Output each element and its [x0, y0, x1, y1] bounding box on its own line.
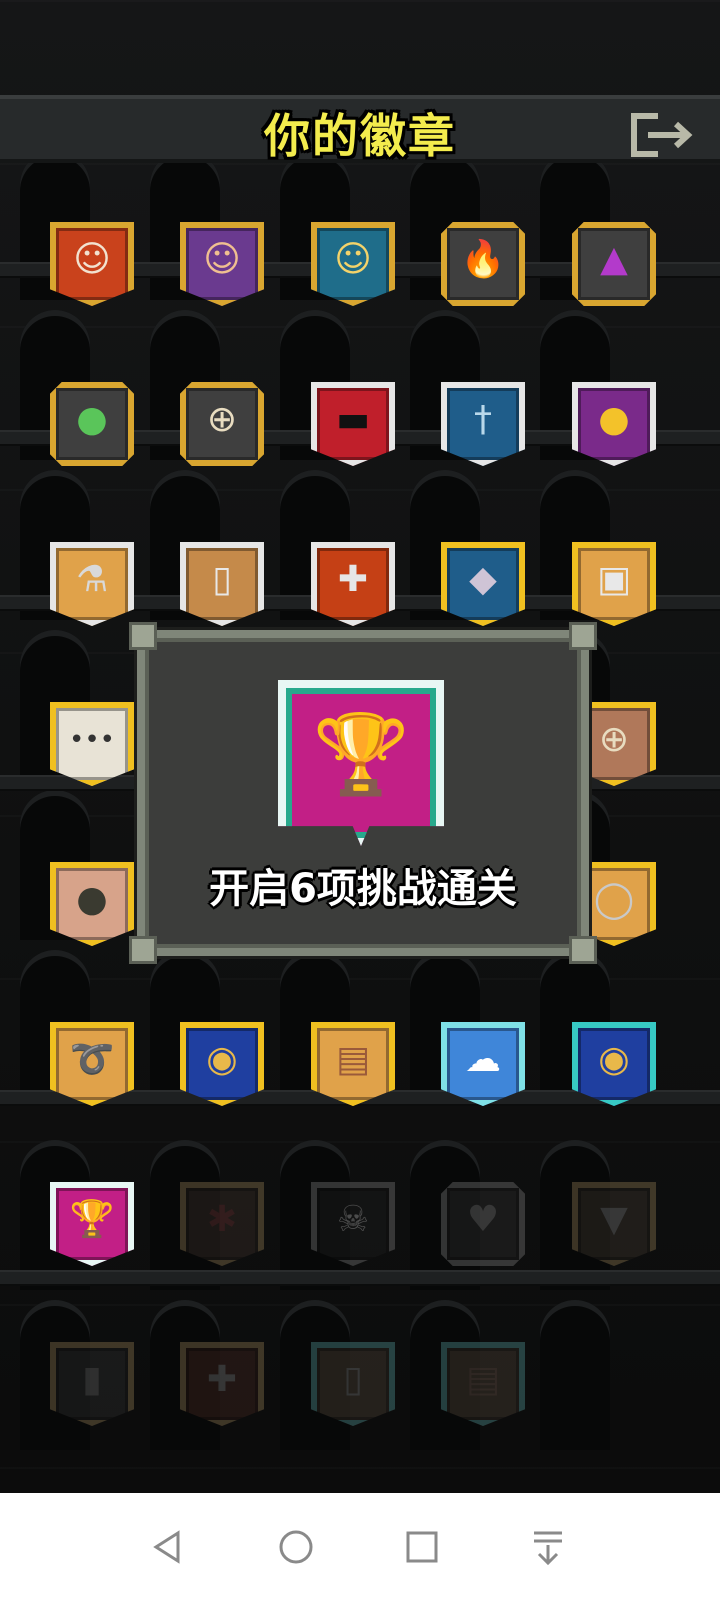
badge-health[interactable]: ✚: [311, 542, 395, 626]
badge-cloud[interactable]: ☁: [441, 1022, 525, 1106]
home-circle-icon: [279, 1530, 313, 1564]
flask-icon: ⚗: [75, 559, 109, 600]
flame-icon: 🔥: [460, 239, 506, 280]
badge-dots[interactable]: •••: [50, 702, 134, 786]
speech-dots-icon: •••: [68, 725, 115, 755]
chest-icon: ▤: [335, 1039, 370, 1080]
nav-back-button[interactable]: [138, 1517, 198, 1577]
badge-locked-heart[interactable]: ♥: [441, 1182, 525, 1266]
badge-fish[interactable]: ◆: [441, 542, 525, 626]
badge-gem-blue[interactable]: ◉: [180, 1022, 264, 1106]
system-navbar: [0, 1493, 720, 1600]
badge-bag[interactable]: ▣: [572, 542, 656, 626]
badge-shield-round[interactable]: ⊕: [180, 382, 264, 466]
slime-icon: ●: [76, 399, 108, 440]
badge-potion[interactable]: ▲: [572, 222, 656, 306]
sword-icon: †: [474, 399, 492, 440]
pot-icon: ●: [76, 879, 108, 920]
dialog-trophy-badge: 🏆: [278, 680, 444, 846]
warrior-face-icon: ☺: [73, 239, 111, 280]
round-shield-icon: ⊕: [206, 399, 238, 440]
exit-door-icon: [631, 113, 693, 157]
dialog-corner: [569, 622, 597, 650]
exit-button[interactable]: [630, 110, 700, 160]
badge-rogue-face[interactable]: ☺: [311, 222, 395, 306]
badge-locked-armor[interactable]: ▼: [572, 1182, 656, 1266]
badge-gem-teal[interactable]: ◉: [572, 1022, 656, 1106]
badge-fire[interactable]: 🔥: [441, 222, 525, 306]
badge-mage-face[interactable]: ☺: [180, 222, 264, 306]
badge-warrior-face[interactable]: ☺: [50, 222, 134, 306]
nav-home-button[interactable]: [266, 1517, 326, 1577]
dialog-corner: [129, 622, 157, 650]
badge-locked-skull[interactable]: ☠: [311, 1182, 395, 1266]
dialog-description: 开启6项挑战通关: [209, 866, 517, 912]
tombstone-icon: ▮: [82, 1359, 102, 1400]
rogue-face-icon: ☺: [334, 239, 372, 280]
health-cross-icon: ✚: [337, 559, 369, 600]
badge-mask[interactable]: ▬: [311, 382, 395, 466]
badge-locked-tomb[interactable]: ▮: [50, 1342, 134, 1426]
badge-locked-figure[interactable]: ✱: [180, 1182, 264, 1266]
badge-trophy[interactable]: 🏆: [50, 1182, 134, 1266]
recents-square-icon: [406, 1531, 438, 1563]
badge-gold[interactable]: ●: [572, 382, 656, 466]
cloud-icon: ☁: [465, 1039, 501, 1080]
figure-icon: ✱: [206, 1199, 238, 1240]
badge-pot[interactable]: ●: [50, 862, 134, 946]
dialog-corner: [569, 936, 597, 964]
trophy-icon: 🏆: [69, 1199, 115, 1240]
dialog-corner: [129, 936, 157, 964]
rope-icon: ➰: [69, 1039, 115, 1080]
trophy-icon: 🏆: [312, 710, 410, 800]
gold-coin-icon: ●: [598, 399, 630, 440]
skull-icon: ☠: [336, 1199, 370, 1240]
nav-recents-button[interactable]: [392, 1517, 452, 1577]
badge-locked-door[interactable]: ▯: [311, 1342, 395, 1426]
potion-icon: ▲: [600, 239, 628, 280]
heart-icon: ♥: [466, 1199, 500, 1240]
bag-icon: ▣: [596, 559, 631, 600]
badge-flask[interactable]: ⚗: [50, 542, 134, 626]
badge-info-dialog[interactable]: 🏆 开启6项挑战通关: [129, 622, 597, 964]
mage-face-icon: ☺: [203, 239, 241, 280]
badge-locked-cross[interactable]: ✚: [180, 1342, 264, 1426]
badges-screen: 你的徽章 ☺ ☺ ☺ 🔥 ▲ ● ⊕ ▬ † ● ⚗ ▯ ✚ ◆ ▣ ••• ⊕ ● ◯ ➰ ◉ ▤ ☁ ◉ 🏆 ✱ ☠ ♥ ▼ ▮ ✚ ▯ ▤…: [0, 0, 720, 1600]
badge-chest[interactable]: ▤: [311, 1022, 395, 1106]
fish-icon: ◆: [469, 559, 497, 600]
mask-icon: ▬: [335, 399, 370, 440]
health-cross-icon: ✚: [206, 1359, 238, 1400]
armor-icon: ▼: [600, 1199, 628, 1240]
rainbow-gem-icon: ◉: [598, 1039, 630, 1080]
scroll-icon: ▯: [212, 559, 232, 600]
badge-sword[interactable]: †: [441, 382, 525, 466]
pull-down-icon: [534, 1531, 562, 1566]
badge-scroll[interactable]: ▯: [180, 542, 264, 626]
badge-rope[interactable]: ➰: [50, 1022, 134, 1106]
badge-slime[interactable]: ●: [50, 382, 134, 466]
badge-locked-chest[interactable]: ▤: [441, 1342, 525, 1426]
nav-notification-button[interactable]: [518, 1517, 578, 1577]
chest-icon: ▤: [465, 1359, 500, 1400]
door-icon: ▯: [343, 1359, 363, 1400]
back-triangle-icon: [153, 1530, 180, 1564]
rainbow-gem-icon: ◉: [206, 1039, 238, 1080]
page-title: 你的徽章: [264, 109, 456, 163]
